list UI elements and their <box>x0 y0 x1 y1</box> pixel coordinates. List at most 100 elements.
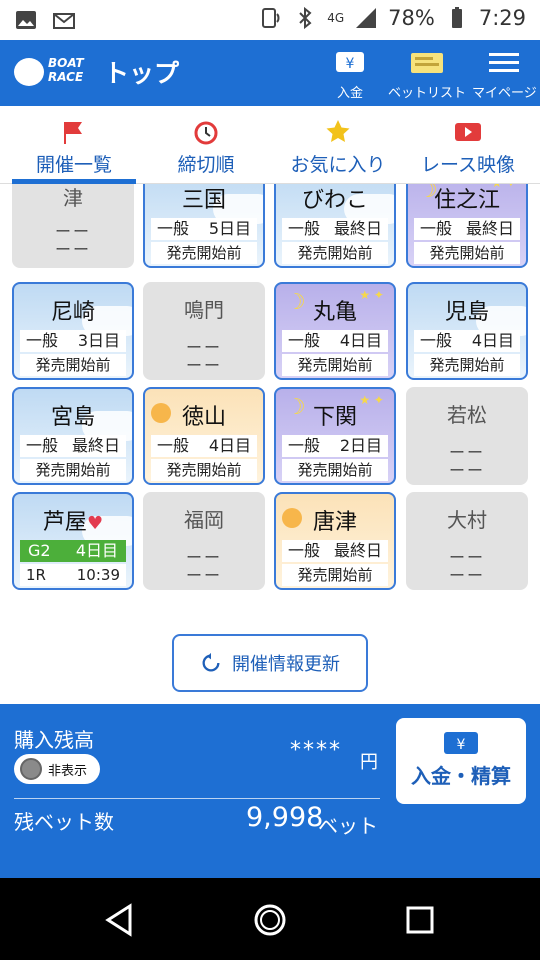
venue-card-shimonoseki[interactable]: ☽ ★ ✦ 下関 一般 2日目 発売開始前 <box>274 387 396 485</box>
venue-day: 4日目 <box>75 541 118 560</box>
venue-day: 4日目 <box>208 436 251 455</box>
mail-icon <box>53 13 75 29</box>
back-icon[interactable] <box>100 900 140 940</box>
signal-icon <box>356 8 377 28</box>
venue-card-mikuni[interactable]: 三国 一般 5日目 発売開始前 <box>143 184 265 268</box>
recents-icon[interactable] <box>400 900 440 940</box>
favorite-heart-icon[interactable]: ♥ <box>87 513 103 534</box>
venue-name: 徳山 <box>181 405 226 430</box>
hide-balance-toggle[interactable]: 非表示 <box>14 754 100 784</box>
mypage-button[interactable]: マイページ <box>472 48 537 101</box>
venue-name: びわこ <box>301 188 368 213</box>
gallery-icon <box>16 11 36 29</box>
venue-card-kojima[interactable]: 児島 一般 4日目 発売開始前 <box>406 282 528 380</box>
venue-card-amagasaki[interactable]: 尼崎 一般 3日目 発売開始前 <box>12 282 134 380</box>
venue-status: 発売開始前 <box>151 459 257 481</box>
venue-line2: ーー <box>54 240 91 259</box>
venue-info-row: 一般 2日目 <box>282 435 388 457</box>
venue-status: 発売開始前 <box>282 354 388 376</box>
nfc-icon <box>262 8 280 28</box>
balance-label: 購入残高 <box>14 728 94 752</box>
flag-icon <box>64 122 82 144</box>
balance-value: **** <box>290 738 342 763</box>
venue-card-tokuyama[interactable]: 徳山 一般 4日目 発売開始前 <box>143 387 265 485</box>
remaining-bets-unit: ベット <box>318 814 378 838</box>
venue-day: 4日目 <box>339 331 382 350</box>
venue-info-row: 一般 最終日 <box>20 435 126 457</box>
venue-status: 発売開始前 <box>282 564 388 586</box>
deposit-settle-button[interactable]: ¥ 入金・精算 <box>396 718 526 804</box>
venue-card-karatsu[interactable]: 唐津 一般 最終日 発売開始前 <box>274 492 396 590</box>
star-icon <box>326 120 350 142</box>
venue-grade: 一般 <box>157 436 190 455</box>
venue-card-marugame[interactable]: ☽ ★ ✦ 丸亀 一般 4日目 発売開始前 <box>274 282 396 380</box>
venue-status: 発売開始前 <box>282 242 388 264</box>
venue-name: 下関 <box>312 405 357 430</box>
venue-grade: 一般 <box>26 436 59 455</box>
venue-name: 住之江 <box>433 188 500 213</box>
venue-card-fukuoka[interactable]: 福岡 ーー ーー <box>143 492 265 590</box>
tab-favorites[interactable]: お気に入り <box>276 106 400 184</box>
clock: 7:29 <box>478 6 526 30</box>
venue-card-tsu[interactable]: 津 ーー ーー <box>12 184 134 268</box>
tab-race-video[interactable]: レース映像 <box>404 106 532 184</box>
venue-card-naruto[interactable]: 鳴門 ーー ーー <box>143 282 265 380</box>
venue-grade: 一般 <box>288 541 321 560</box>
deposit-header-button[interactable]: ¥ 入金 <box>333 48 367 101</box>
venue-info-row: 一般 最終日 <box>282 540 388 562</box>
tab-deadline-order[interactable]: 締切順 <box>144 106 268 184</box>
video-play-icon <box>455 123 481 141</box>
venue-status: 発売開始前 <box>414 354 520 376</box>
logo-mark <box>14 58 44 86</box>
venue-grade: 一般 <box>288 219 321 238</box>
venue-name: 三国 <box>181 188 226 213</box>
status-bar: 4G 78% 7:29 <box>0 0 540 40</box>
venue-name: 尼崎 <box>50 300 95 325</box>
venue-name: 芦屋♥ <box>14 504 132 536</box>
divider <box>14 798 380 799</box>
venue-name: 若松 <box>447 403 487 427</box>
venue-status: 発売開始前 <box>20 354 126 376</box>
venue-grade: 一般 <box>420 331 453 350</box>
bet-list-button[interactable]: ベットリスト <box>388 48 466 101</box>
remaining-bets-value: 9,998 <box>246 802 324 833</box>
venue-card-wakamatsu[interactable]: 若松 ーー ーー <box>406 387 528 485</box>
system-nav-bar <box>0 878 540 960</box>
venue-name: 津 <box>63 186 83 210</box>
toggle-knob <box>20 758 42 780</box>
account-panel: 購入残高 非表示 **** 円 残ベット数 9,998 ベット ¥ 入金・精算 <box>0 704 540 878</box>
grade-badge-row: G2 4日目 <box>20 540 126 562</box>
venue-status: 発売開始前 <box>20 459 126 481</box>
venue-card-omura[interactable]: 大村 ーー ーー <box>406 492 528 590</box>
venue-name: 福岡 <box>184 508 224 532</box>
venue-line2: ーー <box>185 356 222 375</box>
home-icon[interactable] <box>250 900 290 940</box>
tab-label: レース映像 <box>420 154 516 176</box>
race-time: 10:39 <box>76 566 120 584</box>
venue-name: 宮島 <box>50 405 95 430</box>
venue-name: 大村 <box>447 508 487 532</box>
venue-info-row: 一般 4日目 <box>151 435 257 457</box>
tab-label: 開催一覧 <box>35 154 112 176</box>
deposit-settle-label: 入金・精算 <box>411 764 511 788</box>
venue-card-suminoe[interactable]: ☽ ★ ✦ 住之江 一般最終日 発売開始前 <box>406 184 528 268</box>
venue-name: 丸亀 <box>312 300 357 325</box>
venue-info-row: 一般 最終日 <box>282 218 388 240</box>
refresh-label: 開催情報更新 <box>232 654 340 675</box>
yen-deposit-icon: ¥ <box>444 732 478 754</box>
venue-status: 発売開始前 <box>414 242 520 264</box>
venue-day: 3日目 <box>77 331 120 350</box>
venue-card-ashiya[interactable]: 芦屋♥ G2 4日目 1R 10:39 <box>12 492 134 590</box>
alarm-clock-icon <box>194 121 218 145</box>
venue-card-biwako[interactable]: びわこ 一般 最終日 発売開始前 <box>274 184 396 268</box>
venue-day: 最終日 <box>333 541 382 560</box>
venue-day: 5日目 <box>208 219 251 238</box>
venue-card-miyajima[interactable]: 宮島 一般 最終日 発売開始前 <box>12 387 134 485</box>
boatrace-logo[interactable]: BOAT RACE <box>14 56 88 88</box>
refresh-info-button[interactable]: 開催情報更新 <box>172 634 368 692</box>
tab-venue-list[interactable]: 開催一覧 <box>12 106 136 184</box>
venue-status: 発売開始前 <box>151 242 257 264</box>
venue-info-row: 一般 4日目 <box>414 330 520 352</box>
venue-line2: ーー <box>448 566 485 585</box>
venue-grade: 一般 <box>157 219 190 238</box>
